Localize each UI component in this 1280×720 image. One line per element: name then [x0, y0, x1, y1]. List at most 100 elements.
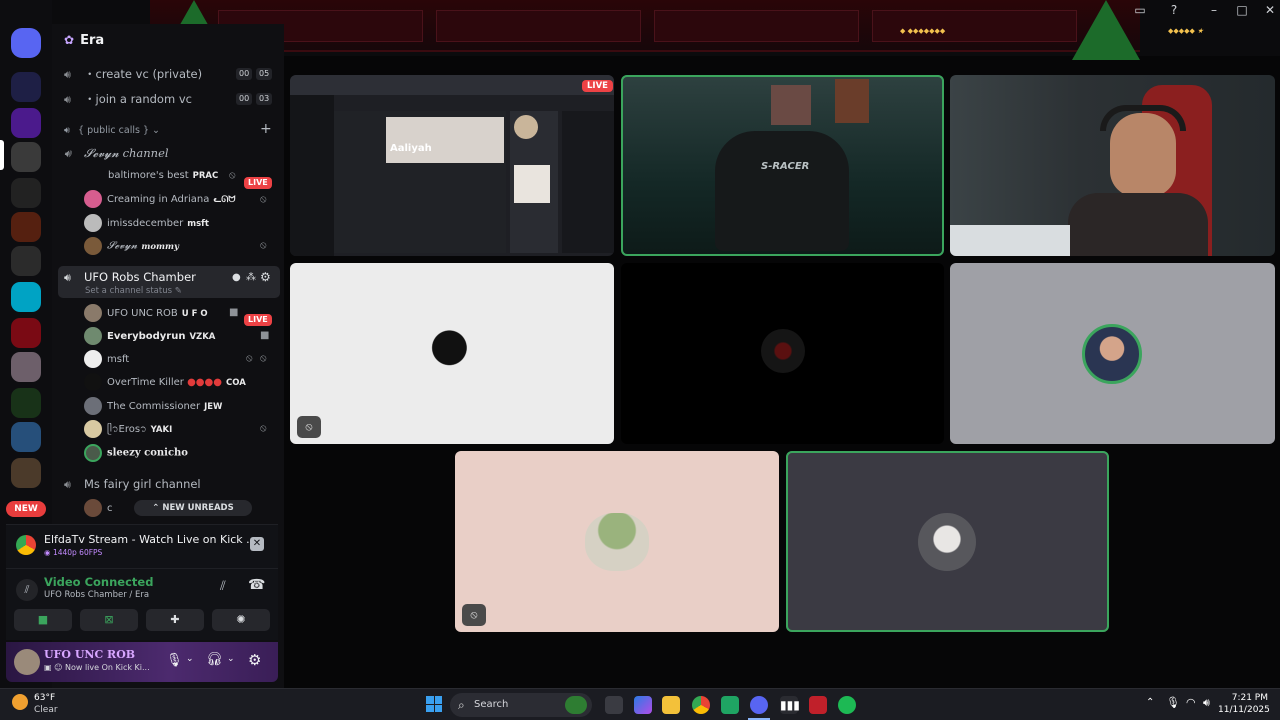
camera-button[interactable]: ■: [14, 609, 72, 631]
server-icon[interactable]: [11, 108, 41, 138]
member-tag: U F O: [181, 309, 208, 319]
server-icon[interactable]: [11, 318, 41, 348]
weather-icon[interactable]: [12, 694, 28, 710]
voice-channel-ufo-robs-chamber[interactable]: 🔊︎ UFO Robs Chamber: [64, 270, 196, 285]
voice-status[interactable]: Video Connected: [44, 575, 153, 589]
voice-member[interactable]: msft: [84, 350, 129, 368]
stream-title: ElfdaTv Stream - Watch Live on Kick ...: [44, 533, 257, 546]
voice-channel-random-vc[interactable]: 🔊︎ ・join a random vc: [64, 91, 192, 107]
weather-temp[interactable]: 63°F: [34, 693, 55, 703]
category-public-calls[interactable]: 🔊︎ { public calls } ⌄: [64, 125, 160, 136]
chat-icon[interactable]: ●: [232, 272, 241, 283]
minimize-button[interactable]: –: [1204, 3, 1224, 17]
wifi-icon[interactable]: ◠: [1186, 696, 1196, 709]
chrome-icon[interactable]: [692, 696, 710, 714]
avatar: [84, 304, 102, 322]
voice-member[interactable]: imissdecember msft: [84, 214, 209, 232]
server-icon-pumpkin[interactable]: [11, 28, 41, 58]
channel-status-field[interactable]: Set a channel status ✎: [85, 286, 182, 296]
chevron-up-icon[interactable]: ⌃: [1146, 697, 1154, 708]
volume-icon[interactable]: 🔊︎: [1203, 696, 1210, 710]
server-icon[interactable]: [11, 178, 41, 208]
app-icon[interactable]: [721, 696, 739, 714]
voice-member[interactable]: c: [84, 499, 113, 517]
user-custom-status[interactable]: ▣ ☺ Now live On Kick Ki...: [44, 663, 150, 672]
voice-location[interactable]: UFO Robs Chamber / Era: [44, 590, 149, 600]
direct-messages-icon[interactable]: [11, 72, 41, 102]
video-tile-webcam-room[interactable]: S-RACER: [621, 75, 944, 256]
voice-member[interactable]: UFO UNC ROB U F O: [84, 304, 208, 322]
voice-member[interactable]: Creaming in Adriana ᓚᘏᗢ: [84, 190, 235, 208]
gear-icon[interactable]: ⚙: [260, 270, 271, 284]
member-name: baltimore's best: [108, 170, 189, 181]
close-window-button[interactable]: ✕: [1260, 3, 1280, 17]
gear-icon[interactable]: ⚙: [248, 651, 261, 669]
user-avatar[interactable]: [14, 649, 40, 675]
clock-time[interactable]: 7:21 PM: [1226, 693, 1268, 703]
stream-card[interactable]: ElfdaTv Stream - Watch Live on Kick ... …: [6, 524, 278, 568]
video-tile-screen-share[interactable]: Aaliyah: [290, 75, 614, 256]
microphone-icon[interactable]: 🎙︎: [1166, 696, 1180, 709]
task-view-icon[interactable]: [605, 696, 623, 714]
video-tile-avatar[interactable]: [621, 263, 944, 444]
video-tile-avatar[interactable]: [950, 263, 1275, 444]
soundboard-button[interactable]: ✺: [212, 609, 270, 631]
video-tile-avatar[interactable]: [786, 451, 1109, 632]
new-badge[interactable]: NEW: [6, 501, 46, 517]
clock-date[interactable]: 11/11/2025: [1218, 705, 1270, 715]
maximize-button[interactable]: □: [1232, 3, 1252, 17]
voice-channel-label: ・create vc (private): [84, 67, 203, 81]
chevron-down-icon[interactable]: ⌄: [186, 654, 194, 664]
windows-start-icon[interactable]: [426, 696, 442, 712]
help-icon[interactable]: ?: [1164, 3, 1184, 17]
weather-desc[interactable]: Clear: [34, 705, 58, 715]
voice-channel-create-vc[interactable]: 🔊︎ ・create vc (private): [64, 66, 202, 82]
headphones-icon[interactable]: 🎧︎: [206, 652, 223, 667]
chevron-down-icon[interactable]: ⌄: [227, 654, 235, 664]
microphone-icon[interactable]: 🎙︎: [166, 653, 183, 668]
voice-member[interactable]: OverTime Killer ●●●● COA: [84, 373, 246, 391]
invite-icon[interactable]: ⁂: [246, 272, 256, 283]
member-name: Creaming in Adriana: [107, 194, 210, 205]
server-icon[interactable]: [11, 458, 41, 488]
discord-icon[interactable]: [750, 696, 768, 714]
copilot-icon[interactable]: [634, 696, 652, 714]
signal-icon[interactable]: ⫽: [16, 579, 38, 601]
spotify-icon[interactable]: [838, 696, 856, 714]
new-unreads-pill[interactable]: ⌃ NEW UNREADS: [134, 500, 252, 516]
file-explorer-icon[interactable]: [662, 696, 680, 714]
voice-member[interactable]: 𝓢𝓮𝓿𝔂𝓷 mommy: [84, 237, 179, 255]
screen-share-button[interactable]: ⊠: [80, 609, 138, 631]
video-tile-webcam-person[interactable]: [950, 75, 1275, 256]
inbox-icon[interactable]: ▭: [1130, 3, 1150, 17]
voice-channel-sevyn[interactable]: 🔊︎ 𝓢𝓮𝓿𝔂𝓷 channel: [64, 146, 169, 161]
server-icon[interactable]: [11, 282, 41, 312]
server-icon[interactable]: [11, 246, 41, 276]
voice-member[interactable]: Everybodyrun VZKA: [84, 327, 215, 345]
voice-member[interactable]: ᥫ᭡Eros᭡ YAKI: [84, 420, 172, 438]
server-icon[interactable]: [11, 352, 41, 382]
user-display-name[interactable]: UFO UNC ROB: [44, 648, 135, 661]
voice-channel-ms-fairy-girl[interactable]: 🔊︎ Ms fairy girl channel: [64, 477, 201, 492]
voice-member[interactable]: baltimore's best PRAC: [108, 167, 218, 185]
server-icon[interactable]: [11, 388, 41, 418]
server-icon[interactable]: [11, 422, 41, 452]
server-icon[interactable]: [11, 212, 41, 242]
video-tile-avatar[interactable]: ⦸: [455, 451, 779, 632]
voice-member[interactable]: sleezy conicho: [84, 444, 188, 462]
streaming-app-icon[interactable]: [809, 696, 827, 714]
user-avatar: [1082, 324, 1142, 384]
audio-app-icon[interactable]: ▮▮▮: [780, 696, 800, 714]
user-status-text: Now live On Kick Ki...: [64, 663, 150, 672]
add-channel-icon[interactable]: +: [260, 121, 272, 137]
noise-suppression-icon[interactable]: ⫽: [220, 579, 226, 594]
activities-button[interactable]: ✚: [146, 609, 204, 631]
server-name-header[interactable]: ✿ Era: [64, 33, 104, 48]
server-icon-era[interactable]: [11, 142, 41, 172]
disconnect-icon[interactable]: ☎: [248, 577, 265, 593]
speaker-icon: 🔊︎: [64, 68, 71, 81]
stop-stream-icon[interactable]: ✕: [250, 537, 264, 551]
chair-logo: S-RACER: [761, 161, 810, 172]
video-tile-avatar[interactable]: ⦸: [290, 263, 614, 444]
voice-member[interactable]: The Commissioner JEW: [84, 397, 222, 415]
